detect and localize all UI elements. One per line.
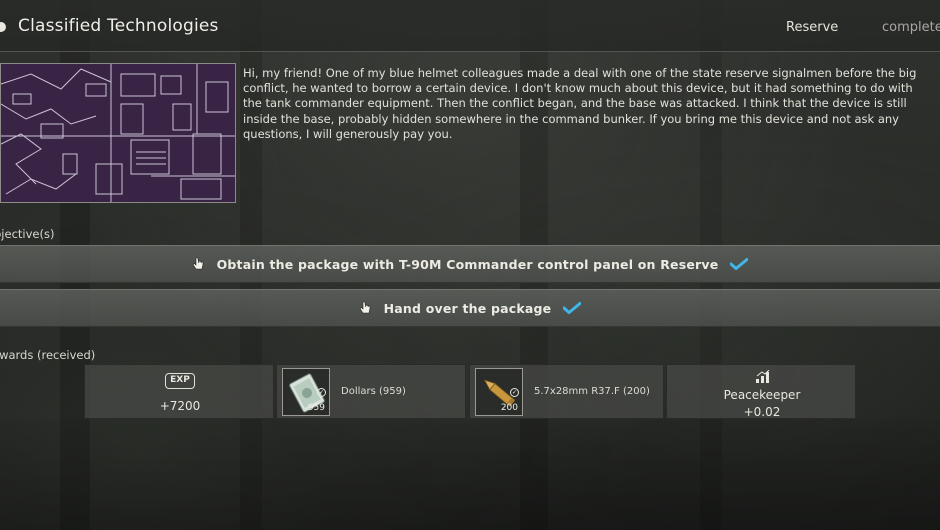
quest-location: Reserve [786, 20, 839, 35]
background-shade [0, 419, 940, 530]
objective-row[interactable]: Hand over the package [0, 289, 940, 327]
reputation-trader: Peacekeeper [723, 388, 801, 402]
reward-exp: EXP +7200 [84, 364, 274, 419]
objective-text: Obtain the package with T-90M Commander … [216, 256, 719, 272]
quest-title: Classified Technologies [18, 16, 219, 36]
hand-icon [192, 257, 205, 271]
quest-header: Classified Technologies Reserve complete [0, 0, 940, 52]
checkmark-icon [563, 302, 582, 314]
reputation-icon [755, 369, 771, 388]
exp-value: +7200 [159, 399, 201, 413]
hand-icon [359, 301, 372, 315]
exp-icon: EXP [165, 373, 195, 389]
found-in-raid-icon: ✓ [510, 388, 519, 397]
rewards-label: ewards (received) [0, 348, 96, 362]
ammo-name: 5.7x28mm R37.F (200) [534, 386, 650, 397]
dollars-count: 959 [307, 403, 325, 413]
reputation-value: +0.02 [743, 405, 781, 419]
found-in-raid-icon: ✓ [317, 388, 326, 397]
ammo-count: 200 [500, 403, 518, 413]
quest-bullet-icon [0, 22, 6, 32]
quest-map-image [0, 63, 236, 203]
dollars-name: Dollars (959) [341, 386, 406, 397]
dollars-item-slot[interactable]: ✓ 959 [282, 368, 330, 416]
quest-description: Hi, my friend! One of my blue helmet col… [243, 66, 917, 141]
reward-ammo[interactable]: ✓ 200 5.7x28mm R37.F (200) [469, 364, 664, 419]
objective-text: Hand over the package [383, 300, 552, 316]
objectives-label: bjective(s) [0, 227, 55, 241]
checkmark-icon [730, 258, 749, 270]
reward-dollars[interactable]: ✓ 959 Dollars (959) [276, 364, 466, 419]
quest-status: complete [882, 20, 940, 35]
objective-row[interactable]: Obtain the package with T-90M Commander … [0, 245, 940, 283]
ammo-item-slot[interactable]: ✓ 200 [475, 368, 523, 416]
reward-reputation: Peacekeeper +0.02 [666, 364, 856, 419]
